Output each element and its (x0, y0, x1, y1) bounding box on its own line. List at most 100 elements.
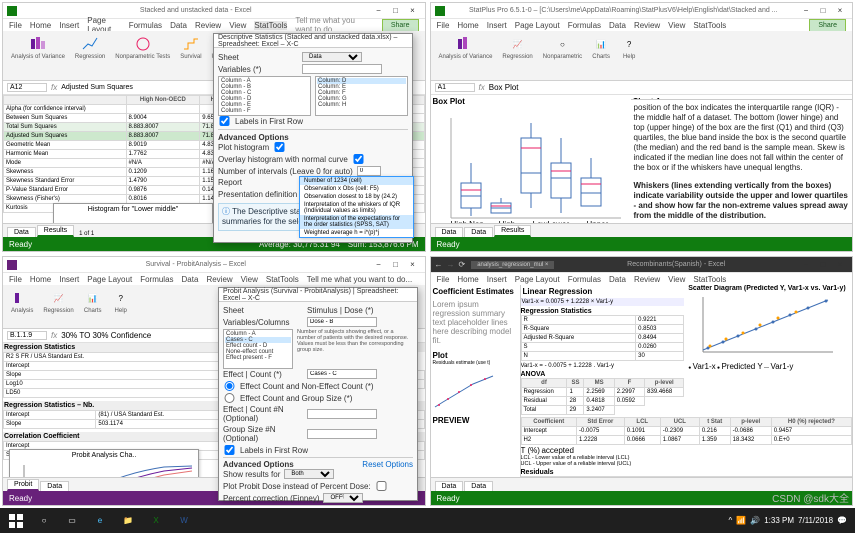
start-button[interactable] (2, 510, 30, 532)
variance-icon[interactable] (13, 289, 31, 307)
boxplot-chart[interactable]: High Non-OECDHigh OECDLowLower-middleUpp… (431, 108, 631, 223)
stim-input[interactable] (307, 317, 377, 327)
cell-ref[interactable] (7, 331, 47, 340)
share-button[interactable]: Share (809, 19, 846, 32)
maximize-button[interactable]: □ (388, 260, 404, 270)
sheet-select[interactable]: Data (302, 52, 362, 62)
intervals-input[interactable] (357, 166, 381, 176)
maximize-button[interactable]: □ (815, 6, 831, 16)
scatter-chart[interactable] (688, 292, 838, 362)
help-icon[interactable]: ? (620, 35, 638, 53)
cell-ref[interactable] (435, 83, 475, 92)
minimize-button[interactable]: − (371, 6, 387, 16)
plot-hist-check[interactable] (273, 142, 286, 152)
tray-notifications-icon[interactable]: 💬 (837, 516, 847, 525)
status-bar: Ready (431, 237, 853, 251)
share-button[interactable]: Share (382, 19, 419, 32)
tray-up-icon[interactable]: ^ (729, 516, 733, 525)
explorer-icon[interactable]: 📁 (114, 510, 142, 532)
labels-first-check[interactable] (218, 116, 231, 126)
pane-regression: ←→⟳ analysis_regression_mul × Recombinan… (430, 256, 854, 506)
search-icon[interactable]: ○ (30, 510, 58, 532)
edge-icon[interactable]: e (86, 510, 114, 532)
charts-icon[interactable]: 📊 (84, 289, 102, 307)
ribbon-tabs: FileHomeInsertPage LayoutFormulasDataRev… (3, 273, 425, 285)
tab-results[interactable]: Results (37, 225, 74, 237)
pane-boxplot: StatPlus Pro 6.5.1-0 – [C:\Users\me\AppD… (430, 2, 854, 252)
charts-icon[interactable]: 📊 (592, 35, 610, 53)
regression-icon[interactable]: 📈 (509, 35, 527, 53)
minimize-button[interactable]: − (798, 6, 814, 16)
browser-tab[interactable]: analysis_regression_mul × (471, 261, 554, 269)
variance-icon[interactable] (456, 35, 474, 53)
report-dropdown[interactable]: Number of 1234 (cell) Observation x Obs … (299, 176, 414, 238)
vars-source-list[interactable]: Column - AColumn - BColumn - CColumn - D… (218, 76, 311, 116)
tray-date[interactable]: 7/11/2018 (798, 516, 833, 525)
fx-icon[interactable]: fx (51, 83, 57, 92)
eff2-input[interactable] (307, 409, 377, 419)
status-ready: Ready (9, 240, 32, 249)
close-button[interactable]: × (405, 6, 421, 16)
plot-probit-check[interactable] (375, 481, 388, 491)
variance-icon[interactable] (29, 35, 47, 53)
forward-icon[interactable]: → (447, 260, 455, 269)
nonparam-icon[interactable]: ○ (553, 35, 571, 53)
menu-home[interactable]: Home (30, 21, 51, 30)
menu-review[interactable]: Review (195, 21, 221, 30)
radio-effect-groupsize[interactable] (223, 393, 236, 403)
back-icon[interactable]: ← (435, 260, 443, 269)
pane-probit: Survival - ProbitAnalysis – Excel −□× Fi… (2, 256, 426, 506)
vars-list[interactable]: Column - ACases - CEffect count - DNone-… (223, 329, 293, 369)
vars-selected-list[interactable]: Column: DColumn: EColumn: FColumn: GColu… (315, 76, 408, 116)
show-select[interactable]: Both (284, 469, 334, 479)
menu-view[interactable]: View (229, 21, 246, 30)
survival-icon[interactable] (182, 35, 200, 53)
probit-chart[interactable]: Probit Analysis Cha.. (9, 449, 199, 477)
regression-icon[interactable] (81, 35, 99, 53)
ribbon-tabs: FileHomeInsertPage LayoutFormulasDataRev… (431, 19, 853, 31)
histogram-chart[interactable]: Histogram for "Lower middle" (53, 203, 213, 223)
word-taskbar-icon[interactable]: W (170, 510, 198, 532)
size2-input[interactable] (307, 429, 377, 439)
cell-ref[interactable] (7, 83, 47, 92)
menu-file[interactable]: File (9, 21, 22, 30)
maximize-button[interactable]: □ (388, 6, 404, 16)
worksheet[interactable]: Linear Regression Var1-x = 0.0075 + 1.22… (521, 285, 853, 477)
probit-dialog: Probit Analysis (Survival - ProbitAnalys… (218, 287, 418, 501)
nav-sidebar: Coefficient Estimates Lorem ipsum regres… (431, 285, 521, 477)
ribbon: Analysis of Variance 📈Regression ○Nonpar… (431, 31, 853, 81)
radio-effect-noneffect[interactable] (223, 381, 236, 391)
close-button[interactable]: × (405, 260, 421, 270)
regression-icon[interactable]: 📈 (50, 289, 68, 307)
tray-volume-icon[interactable]: 🔊 (750, 516, 760, 525)
window-controls: − □ × (371, 6, 421, 16)
percent-select[interactable]: OFF% (323, 493, 363, 503)
taskbar: ○ ▭ e 📁 X W ^ 📶 🔊 1:33 PM 7/11/2018 💬 (0, 508, 855, 533)
menu-data[interactable]: Data (170, 21, 187, 30)
fx-icon[interactable]: fx (479, 83, 485, 92)
help-icon[interactable]: ? (112, 289, 130, 307)
overlay-check[interactable] (352, 154, 365, 164)
minimize-button[interactable]: − (371, 260, 387, 270)
excel-taskbar-icon[interactable]: X (142, 510, 170, 532)
help-text: position of the box indicates the interq… (631, 100, 853, 223)
tab-data[interactable]: Data (7, 227, 36, 237)
window-title: Survival - ProbitAnalysis – Excel (21, 261, 371, 268)
tray-time[interactable]: 1:33 PM (764, 516, 794, 525)
nonparam-icon[interactable] (134, 35, 152, 53)
effect-input[interactable] (307, 369, 377, 379)
variables-input[interactable] (302, 64, 382, 74)
menu-insert[interactable]: Insert (59, 21, 79, 30)
reset-link[interactable]: Reset Options (362, 460, 413, 469)
window-title: StatPlus Pro 6.5.1-0 – [C:\Users\me\AppD… (449, 7, 799, 14)
menu-stattools[interactable]: StatTools (254, 21, 287, 30)
app-icon (7, 260, 17, 270)
tray-wifi-icon[interactable]: 📶 (736, 516, 746, 525)
worksheet[interactable]: Box Plot High Non-OECDHigh OECDLowLower-… (431, 95, 631, 223)
labels-check[interactable] (223, 445, 236, 455)
close-button[interactable]: × (832, 6, 848, 16)
excel-icon (7, 6, 17, 16)
taskview-icon[interactable]: ▭ (58, 510, 86, 532)
menu-formulas[interactable]: Formulas (129, 21, 162, 30)
refresh-icon[interactable]: ⟳ (459, 260, 466, 269)
